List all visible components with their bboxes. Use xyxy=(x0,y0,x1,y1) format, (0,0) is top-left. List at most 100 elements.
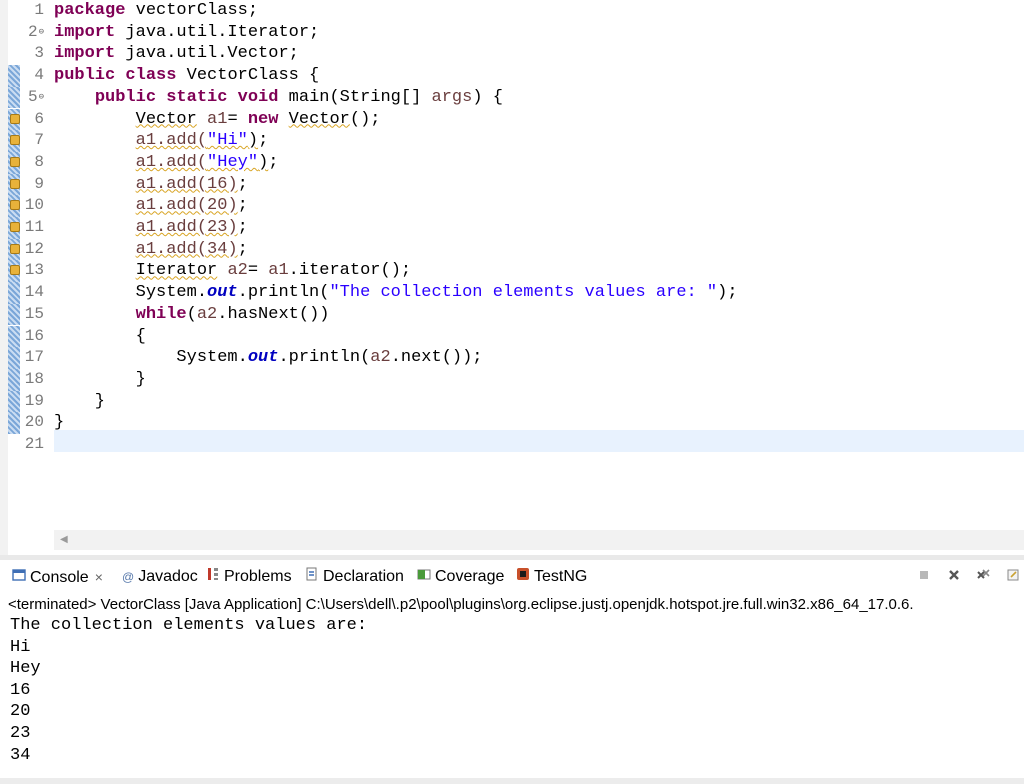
fold-toggle-icon[interactable]: ⊖ xyxy=(39,92,44,102)
code-line[interactable]: a1.add("Hi"); xyxy=(54,130,269,152)
code-line[interactable]: System.out.println(a2.next()); xyxy=(54,347,483,369)
code-line[interactable]: a1.add(34); xyxy=(54,239,248,261)
code-line[interactable]: import java.util.Vector; xyxy=(54,43,299,65)
line-number[interactable]: 5⊖ xyxy=(0,87,44,109)
line-number-text: 5 xyxy=(27,87,38,106)
line-number[interactable]: 15 xyxy=(0,304,44,326)
terminate-icon[interactable] xyxy=(917,568,931,582)
code-line[interactable]: package vectorClass; xyxy=(54,0,258,22)
warning-icon[interactable] xyxy=(10,156,20,167)
remove-launch-icon[interactable] xyxy=(947,568,961,582)
code-line[interactable]: a1.add(16); xyxy=(54,174,248,196)
code-line[interactable]: a1.add("Hey"); xyxy=(54,152,279,174)
code-token: .println( xyxy=(278,348,371,368)
code-token: ; xyxy=(237,174,248,194)
line-number[interactable]: 16 xyxy=(0,326,44,348)
close-tab-icon[interactable]: × xyxy=(95,569,103,585)
console-output[interactable]: The collection elements values are: Hi He… xyxy=(10,615,1010,766)
code-token: } xyxy=(54,369,146,389)
code-token: Vector xyxy=(288,109,350,129)
line-number-ruler[interactable]: 1 2⊖ 3 4 5⊖ 6 7 8 9 10 11 12 13 14 15 16 17 18 19 20 21 xyxy=(0,0,48,540)
console-icon xyxy=(12,567,26,589)
console-output-line: 34 xyxy=(10,745,31,765)
line-number-text: 14 xyxy=(24,283,44,302)
line-number[interactable]: 9 xyxy=(0,174,44,196)
code-line[interactable]: public static void main(String[] args) { xyxy=(54,87,503,109)
tab-console[interactable]: Console × xyxy=(12,566,103,588)
line-number[interactable]: 2⊖ xyxy=(0,22,44,44)
code-token: ); xyxy=(717,283,738,303)
tab-label: Javadoc xyxy=(138,568,198,586)
console-output-line: 20 xyxy=(10,702,31,722)
line-number[interactable]: 6 xyxy=(0,109,44,131)
java-editor[interactable]: 1 2⊖ 3 4 5⊖ 6 7 8 9 10 11 12 13 14 15 16 17 18 19 20 21 pack… xyxy=(0,0,1024,555)
view-tab-bar: Console × @ Javadoc Problems Declaration Cover… xyxy=(0,560,1024,592)
clear-console-icon[interactable] xyxy=(1006,568,1020,582)
code-token: } xyxy=(54,413,65,433)
warning-icon[interactable] xyxy=(10,243,20,254)
code-area[interactable]: package vectorClass; import java.util.Ite… xyxy=(54,0,1024,470)
line-number-text: 9 xyxy=(34,174,44,193)
line-number[interactable]: 21 xyxy=(0,434,44,456)
line-number[interactable]: 19 xyxy=(0,391,44,413)
tab-coverage[interactable]: Coverage xyxy=(417,566,504,588)
code-line[interactable]: } xyxy=(54,412,64,434)
tab-label: TestNG xyxy=(534,568,588,586)
warning-icon[interactable] xyxy=(10,200,20,211)
code-token: ; xyxy=(258,131,269,151)
code-token: .next()); xyxy=(390,348,483,368)
console-output-line: 23 xyxy=(10,723,31,743)
line-number[interactable]: 7 xyxy=(0,130,44,152)
code-line[interactable]: { xyxy=(54,326,146,348)
line-number-text: 1 xyxy=(34,1,44,19)
line-number[interactable]: 10 xyxy=(0,195,44,217)
tab-javadoc[interactable]: @ Javadoc xyxy=(122,566,198,588)
code-line[interactable]: System.out.println("The collection eleme… xyxy=(54,282,738,304)
line-number-text: 2 xyxy=(27,22,38,41)
fold-toggle-icon[interactable]: ⊖ xyxy=(39,27,44,37)
line-number[interactable]: 20 xyxy=(0,412,44,434)
code-line[interactable]: } xyxy=(54,391,105,413)
code-line[interactable]: a1.add(20); xyxy=(54,195,248,217)
line-number[interactable]: 11 xyxy=(0,217,44,239)
scroll-left-arrow-icon[interactable]: ◀ xyxy=(60,534,68,545)
warning-icon[interactable] xyxy=(10,113,20,124)
code-token: java.util.Iterator; xyxy=(115,22,320,42)
warning-icon[interactable] xyxy=(10,178,20,189)
tab-problems[interactable]: Problems xyxy=(206,566,292,588)
line-number[interactable]: 1 xyxy=(0,0,44,22)
testng-icon xyxy=(516,566,530,588)
code-line[interactable]: a1.add(23); xyxy=(54,217,248,239)
code-token: import xyxy=(54,22,116,42)
warning-icon[interactable] xyxy=(10,135,20,146)
tab-declaration[interactable]: Declaration xyxy=(305,566,404,588)
code-token: out xyxy=(207,283,238,303)
code-token: out xyxy=(247,348,279,368)
code-line[interactable]: public class VectorClass { xyxy=(54,65,319,87)
line-number[interactable]: 4 xyxy=(0,65,44,87)
line-number[interactable]: 12 xyxy=(0,239,44,261)
code-token: a1.add(16) xyxy=(135,174,238,194)
line-number[interactable]: 8 xyxy=(0,152,44,174)
line-number[interactable]: 14 xyxy=(0,282,44,304)
warning-icon[interactable] xyxy=(10,222,20,232)
line-number[interactable]: 17 xyxy=(0,347,44,369)
line-number[interactable]: 18 xyxy=(0,369,44,391)
line-number[interactable]: 13 xyxy=(0,260,44,282)
remove-all-terminated-icon[interactable] xyxy=(976,568,990,582)
line-number[interactable]: 3 xyxy=(0,43,44,65)
horizontal-scrollbar[interactable]: ◀ xyxy=(54,530,1024,550)
tab-testng[interactable]: TestNG xyxy=(516,566,587,588)
line-number-text: 16 xyxy=(24,326,44,345)
code-token: .iterator(); xyxy=(288,261,412,281)
code-line[interactable]: Vector a1= new Vector(); xyxy=(54,109,381,131)
warning-icon[interactable] xyxy=(10,265,20,276)
code-line[interactable]: import java.util.Iterator; xyxy=(54,22,319,44)
code-line[interactable]: while(a2.hasNext()) xyxy=(54,304,330,326)
code-line[interactable]: Iterator a2= a1.iterator(); xyxy=(54,260,411,282)
code-line[interactable]: } xyxy=(54,369,146,391)
